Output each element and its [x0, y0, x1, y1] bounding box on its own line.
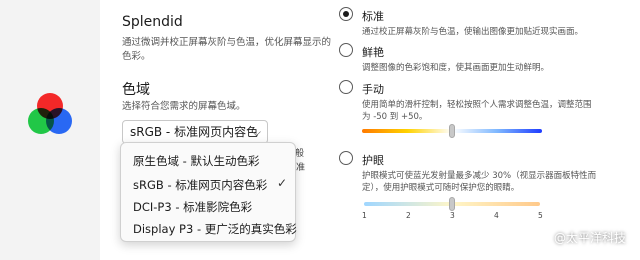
gamut-title: 色域 [122, 82, 150, 98]
splendid-rgb-icon [28, 93, 72, 137]
eyecare-tick-label: 1 [362, 211, 367, 220]
radio-eyecare[interactable] [339, 151, 353, 165]
color-temp-slider-thumb[interactable] [449, 124, 455, 138]
dropdown-item-srgb[interactable]: sRGB - 标准网页内容色彩 [133, 177, 283, 193]
dropdown-item-dci-p3[interactable]: DCI-P3 - 标准影院色彩 [133, 199, 252, 215]
splendid-title: Splendid [122, 14, 183, 30]
mode-manual-desc-line2: 为 -50 到 +50。 [362, 112, 428, 122]
mode-vivid-title: 鲜艳 [362, 46, 384, 59]
splendid-desc-line1: 通过微调并校正屏幕灰阶与色温，优化屏幕显示的 [122, 37, 332, 48]
gamut-hint-2: 准 [296, 163, 306, 173]
mode-standard-title: 标准 [362, 10, 384, 23]
radio-manual[interactable] [339, 80, 353, 94]
chevron-down-icon: ⌵ [251, 125, 261, 139]
dropdown-item-display-p3[interactable]: Display P3 - 更广泛的真实色彩 [133, 221, 297, 237]
eyecare-tick-label: 2 [406, 211, 411, 220]
mode-manual-title: 手动 [362, 83, 384, 96]
eyecare-slider-thumb[interactable] [449, 197, 455, 211]
eyecare-tick-label: 3 [450, 211, 455, 220]
watermark: @太平洋科技 [553, 231, 626, 245]
mode-standard-desc: 通过校正屏幕灰阶与色温，使输出图像更加贴近现实画面。 [362, 27, 584, 37]
eyecare-tick-label: 4 [494, 211, 499, 220]
dropdown-item-srgb-label: sRGB - 标准网页内容色彩 [133, 178, 268, 192]
mode-eyecare-title: 护眼 [362, 154, 384, 167]
gamut-dropdown: 原生色域 - 默认生动色彩 sRGB - 标准网页内容色彩 ✓ DCI-P3 -… [120, 142, 297, 242]
eyecare-tick-label: 5 [538, 211, 543, 220]
mode-vivid-desc: 调整图像的色彩饱和度，使其画面更加生动鲜明。 [362, 63, 550, 73]
gamut-select[interactable]: sRGB - 标准网页内容色 ⌵ [122, 120, 268, 144]
radio-standard[interactable] [339, 7, 353, 21]
gamut-select-value: sRGB - 标准网页内容色 [130, 125, 259, 139]
dropdown-item-native[interactable]: 原生色域 - 默认生动色彩 [133, 153, 259, 169]
check-icon: ✓ [276, 176, 287, 190]
mode-eyecare-desc-line2: 定），使用护眼模式可随时保护您的眼睛。 [362, 183, 520, 193]
gamut-desc: 选择符合您需求的屏幕色域。 [122, 101, 246, 112]
radio-vivid[interactable] [339, 43, 353, 57]
splendid-desc-line2: 色彩。 [122, 51, 151, 62]
mode-eyecare-desc-line1: 护眼模式可使蓝光发射量最多减少 30%（视显示器面板特性而 [362, 171, 597, 181]
mode-manual-desc-line1: 使用简单的滑杆控制，轻松按照个人需求调整色温，调整范围 [362, 100, 592, 110]
